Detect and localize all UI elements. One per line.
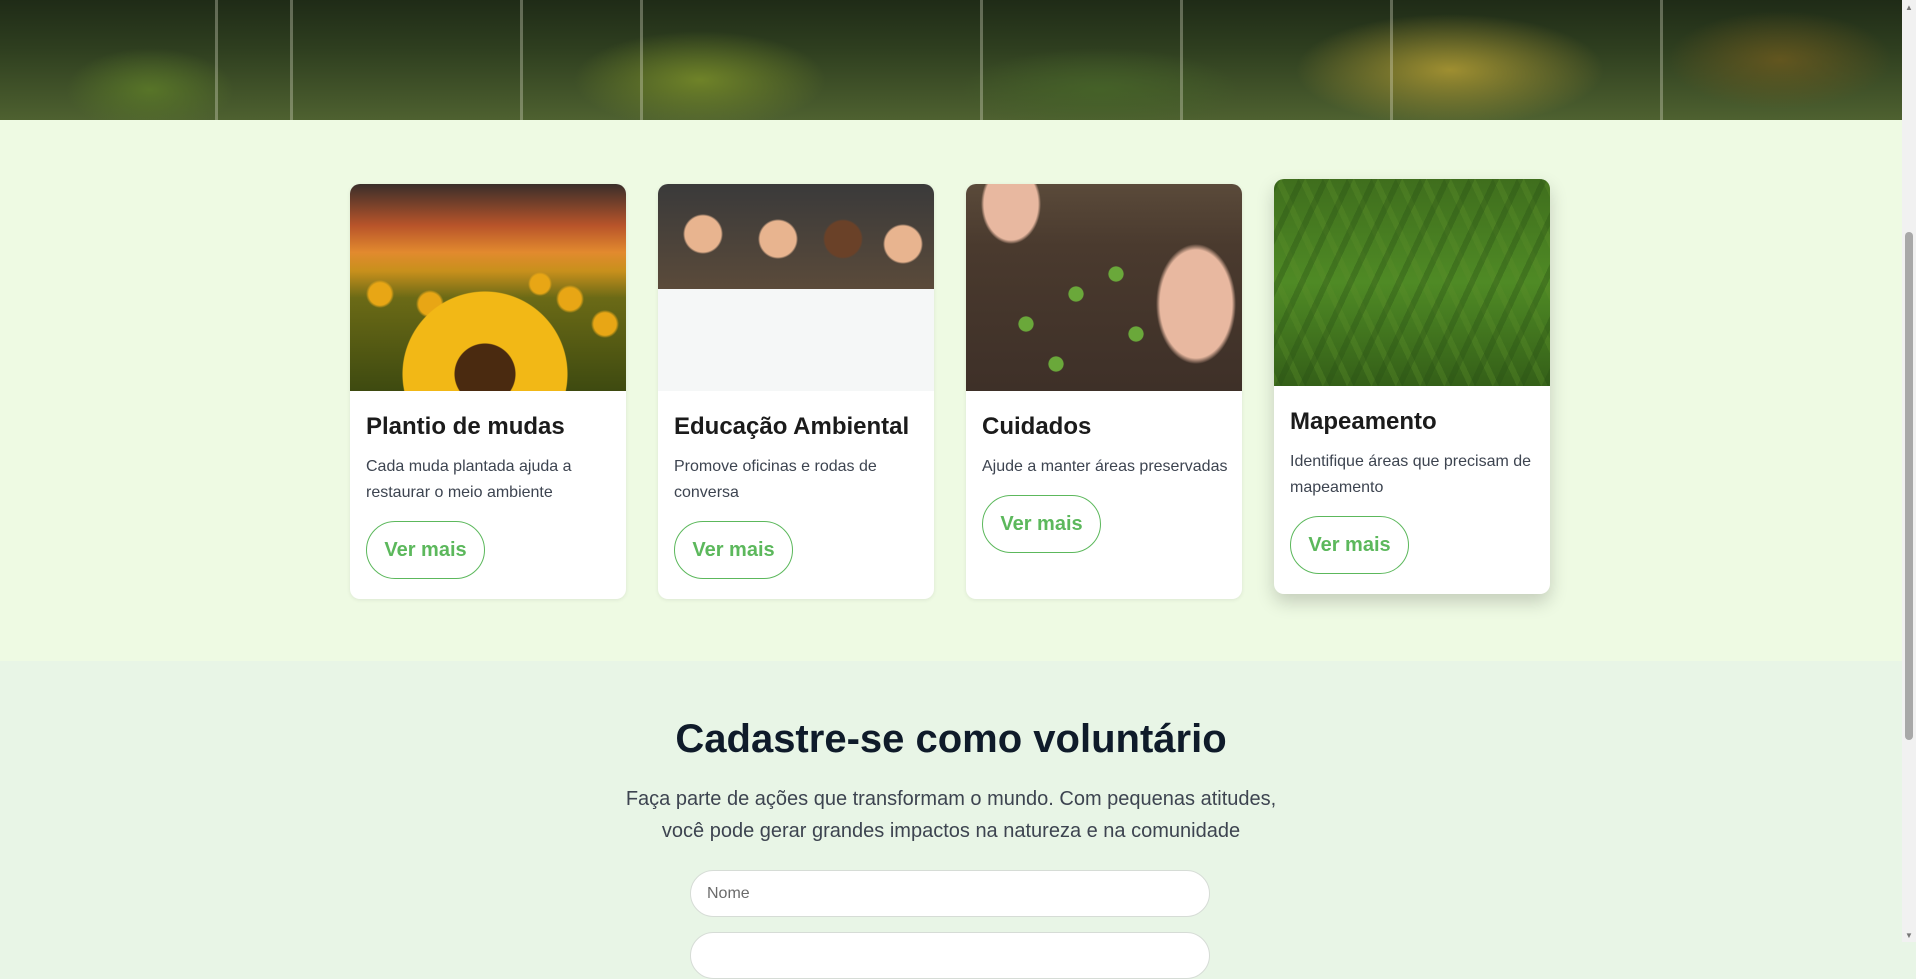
card-description: Promove oficinas e rodas de conversa <box>674 458 877 501</box>
ver-mais-button[interactable]: Ver mais <box>366 521 485 579</box>
service-card-plantio: Plantio de mudas Cada muda plantada ajud… <box>350 184 626 599</box>
volunteer-lead: Faça parte de ações que transformam o mu… <box>625 788 1277 842</box>
hero-forest-image <box>0 0 1902 120</box>
services-section: Plantio de mudas Cada muda plantada ajud… <box>0 120 1902 661</box>
scroll-down-icon[interactable]: ▼ <box>1902 928 1916 942</box>
card-title: Plantio de mudas <box>366 413 565 440</box>
volunteer-title: Cadastre-se como voluntário <box>675 717 1227 761</box>
next-form-field[interactable] <box>690 932 1210 979</box>
pine-forest-image <box>1274 179 1550 386</box>
gardening-hands-image <box>966 184 1242 391</box>
sunflower-field-image <box>350 184 626 391</box>
volunteer-section: Cadastre-se como voluntário Faça parte d… <box>0 661 1902 979</box>
card-title: Cuidados <box>982 413 1092 440</box>
ver-mais-button[interactable]: Ver mais <box>982 495 1101 553</box>
service-card-educacao: Educação Ambiental Promove oficinas e ro… <box>658 184 934 599</box>
page-scrollbar[interactable]: ▲ ▼ <box>1902 0 1916 942</box>
card-title: Educação Ambiental <box>674 413 910 440</box>
card-description: Identifique áreas que precisam de mapeam… <box>1290 453 1532 496</box>
children-recycling-image <box>658 184 934 391</box>
card-description: Cada muda plantada ajuda a restaurar o m… <box>366 458 572 501</box>
ver-mais-button[interactable]: Ver mais <box>1290 516 1409 574</box>
scroll-up-icon[interactable]: ▲ <box>1902 0 1916 14</box>
scrollbar-thumb[interactable] <box>1905 232 1913 740</box>
card-title: Mapeamento <box>1290 408 1437 435</box>
service-card-cuidados: Cuidados Ajude a manter áreas preservada… <box>966 184 1242 599</box>
service-card-mapeamento: Mapeamento Identifique áreas que precisa… <box>1274 179 1550 594</box>
card-description: Ajude a manter áreas preservadas <box>982 458 1228 475</box>
page: Plantio de mudas Cada muda plantada ajud… <box>0 0 1902 979</box>
ver-mais-button[interactable]: Ver mais <box>674 521 793 579</box>
name-input[interactable] <box>690 870 1210 917</box>
